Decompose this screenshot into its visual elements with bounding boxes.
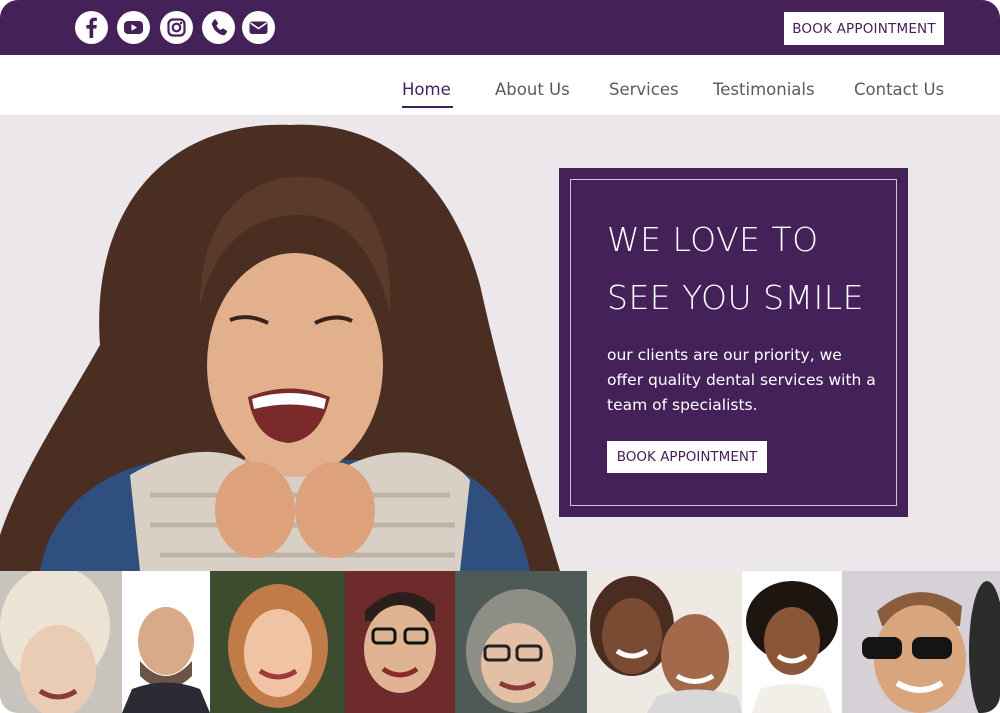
gallery-photo xyxy=(210,571,345,713)
hero-description: our clients are our priority, we offer q… xyxy=(607,346,876,414)
mail-icon[interactable] xyxy=(242,11,275,44)
nav-testimonials[interactable]: Testimonials xyxy=(713,80,815,99)
nav-active-underline xyxy=(402,106,453,108)
main-nav: Home About Us Services Testimonials Cont… xyxy=(0,55,1000,115)
top-bar: BOOK APPOINTMENT xyxy=(0,0,1000,55)
instagram-icon[interactable] xyxy=(160,11,193,44)
smiles-gallery xyxy=(0,571,1000,713)
hero-headline-line2: SEE YOU SMILE xyxy=(607,278,864,317)
facebook-icon[interactable] xyxy=(75,11,108,44)
gallery-photo xyxy=(122,571,210,713)
hero-photo xyxy=(0,124,560,571)
gallery-photo xyxy=(455,571,587,713)
gallery-photo xyxy=(842,571,1000,713)
nav-home[interactable]: Home xyxy=(402,80,451,99)
nav-contact-us[interactable]: Contact Us xyxy=(854,80,944,99)
page-frame: BOOK APPOINTMENT Home About Us Services … xyxy=(0,0,1000,713)
gallery-photo xyxy=(742,571,842,713)
gallery-photo xyxy=(345,571,455,713)
hero-headline-line1: WE LOVE TO xyxy=(607,220,819,259)
header-book-appointment-button[interactable]: BOOK APPOINTMENT xyxy=(784,12,944,45)
nav-services[interactable]: Services xyxy=(609,80,679,99)
gallery-photo xyxy=(0,571,122,713)
youtube-icon[interactable] xyxy=(117,11,150,44)
gallery-photo xyxy=(587,571,742,713)
nav-about-us[interactable]: About Us xyxy=(495,80,570,99)
phone-icon[interactable] xyxy=(202,11,235,44)
hero-book-appointment-button[interactable]: BOOK APPOINTMENT xyxy=(607,441,767,473)
